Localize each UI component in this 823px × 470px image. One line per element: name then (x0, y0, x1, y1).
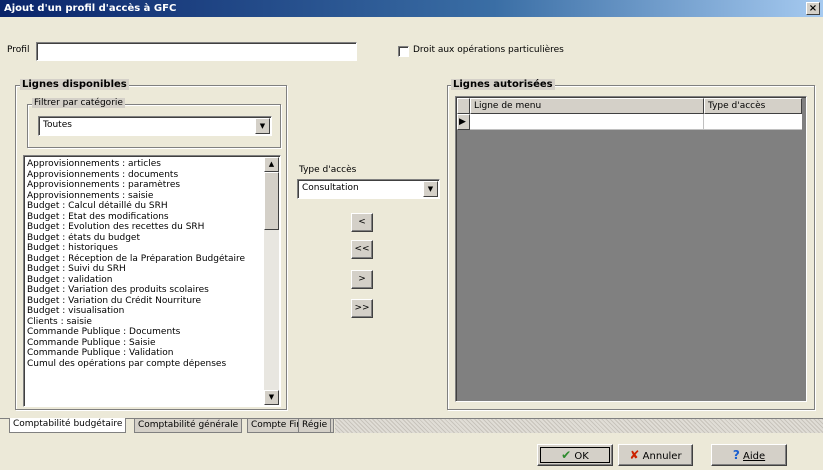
x-icon: ✘ (629, 448, 640, 462)
aide-button[interactable]: ? Aide (711, 444, 787, 466)
close-icon: × (808, 3, 818, 14)
list-item[interactable]: Commande Publique : Documents (25, 327, 262, 338)
list-item[interactable]: Approvisionnements : paramètres (25, 180, 262, 191)
authorized-grid[interactable]: Ligne de menu Type d'accès ▶ (455, 96, 807, 402)
lignes-autorisees-title: Lignes autorisées (451, 79, 555, 90)
scroll-thumb[interactable] (264, 172, 279, 230)
scroll-down-button[interactable]: ▼ (264, 390, 279, 405)
aide-label: Aide (743, 451, 766, 462)
profil-input[interactable] (36, 42, 357, 61)
list-item[interactable]: Budget : Calcul détaillé du SRH (25, 201, 262, 212)
move-all-right-button[interactable]: >> (351, 299, 373, 318)
list-item[interactable]: Budget : visualisation (25, 306, 262, 317)
list-item[interactable]: Budget : historiques (25, 243, 262, 254)
grid-cell-ligne[interactable] (470, 114, 704, 130)
move-left-button[interactable]: < (351, 213, 373, 232)
row-indicator-icon: ▶ (457, 114, 470, 130)
list-item[interactable]: Budget : Variation des produits scolaire… (25, 285, 262, 296)
list-item[interactable]: Budget : Suivi du SRH (25, 264, 262, 275)
droit-label: Droit aux opérations particulières (413, 45, 564, 55)
move-right-button[interactable]: > (351, 270, 373, 289)
tab-comptabilite-budgetaire[interactable]: Comptabilité budgétaire (9, 418, 127, 433)
lignes-disponibles-title: Lignes disponibles (20, 79, 129, 90)
list-item[interactable]: Budget : Evolution des recettes du SRH (25, 222, 262, 233)
tabs-filler (335, 419, 823, 433)
ok-button[interactable]: ✔ OK (537, 444, 613, 466)
move-all-left-button[interactable]: << (351, 240, 373, 259)
list-item[interactable]: Budget : validation (25, 275, 262, 286)
available-list[interactable]: Approvisionnements : articles Approvision… (23, 155, 281, 407)
grid-cell-type[interactable] (704, 114, 802, 130)
grid-header-ligne[interactable]: Ligne de menu (470, 98, 704, 114)
type-acces-label: Type d'accès (299, 165, 357, 175)
category-select[interactable]: Toutes ▼ (38, 116, 272, 136)
ok-label: OK (574, 451, 589, 462)
grid-header-type[interactable]: Type d'accès (704, 98, 802, 114)
list-item[interactable]: Clients : saisie (25, 317, 262, 328)
filter-title: Filtrer par catégorie (32, 98, 125, 108)
list-item[interactable]: Budget : Réception de la Préparation Bud… (25, 254, 262, 265)
close-button[interactable]: × (806, 2, 820, 15)
list-item[interactable]: Approvisionnements : documents (25, 170, 262, 181)
list-item[interactable]: Budget : Etat des modifications (25, 212, 262, 223)
list-item[interactable]: Approvisionnements : saisie (25, 191, 262, 202)
check-icon: ✔ (561, 448, 572, 462)
list-item[interactable]: Approvisionnements : articles (25, 159, 262, 170)
grid-corner (457, 98, 470, 114)
window-title: Ajout d'un profil d'accès à GFC (4, 3, 177, 14)
list-item[interactable]: Budget : états du budget (25, 233, 262, 244)
type-acces-select[interactable]: Consultation ▼ (297, 179, 440, 199)
list-item[interactable]: Commande Publique : Saisie (25, 338, 262, 349)
list-item[interactable]: Budget : Variation du Crédit Nourriture (25, 296, 262, 307)
scroll-up-button[interactable]: ▲ (264, 157, 279, 172)
list-item[interactable]: Commande Publique : Validation (25, 348, 262, 359)
tab-comptabilite-generale[interactable]: Comptabilité générale (134, 419, 243, 433)
annuler-button[interactable]: ✘ Annuler (618, 444, 693, 466)
chevron-down-icon[interactable]: ▼ (423, 181, 438, 197)
droit-checkbox[interactable] (398, 46, 409, 57)
list-item[interactable]: Cumul des opérations par compte dépenses (25, 359, 262, 370)
question-icon: ? (732, 448, 740, 462)
window-titlebar[interactable]: Ajout d'un profil d'accès à GFC (0, 0, 823, 17)
annuler-label: Annuler (642, 451, 682, 462)
tab-regie[interactable]: Régie (298, 419, 332, 433)
profil-label: Profil (7, 45, 30, 55)
chevron-down-icon[interactable]: ▼ (255, 118, 270, 134)
